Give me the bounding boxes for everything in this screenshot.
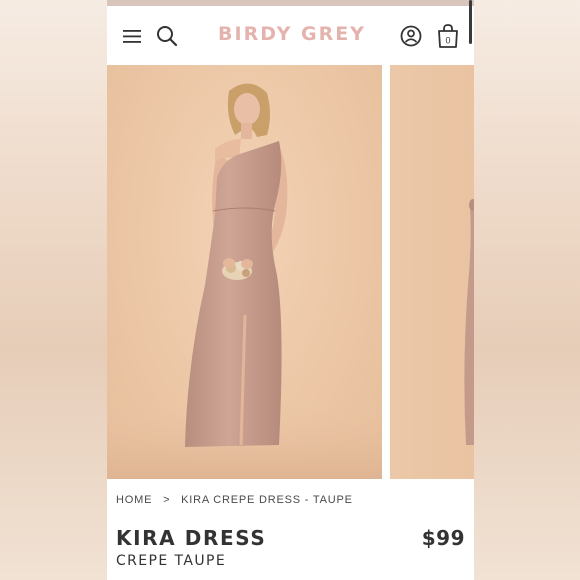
product-image-next[interactable] — [390, 65, 474, 479]
search-icon[interactable] — [155, 24, 179, 48]
breadcrumb-current: KIRA CREPE DRESS - TAUPE — [181, 494, 353, 506]
background-blur-left — [0, 0, 107, 580]
product-image-gallery[interactable] — [107, 65, 474, 479]
rating-stars-placeholder — [116, 574, 316, 580]
shopping-bag-icon[interactable]: 0 — [435, 22, 461, 50]
cart-count: 0 — [445, 36, 450, 46]
phone-screen: BIRDY GREY 0 HOME > KIRA CREPE DRESS - T… — [107, 0, 474, 580]
model-in-gown-image — [107, 83, 382, 479]
site-header: BIRDY GREY 0 — [107, 6, 474, 64]
product-image-main[interactable] — [107, 65, 382, 479]
background-blur-right — [474, 0, 580, 580]
gown-side-view-image — [464, 199, 474, 445]
breadcrumb-separator: > — [163, 494, 171, 506]
site-logo[interactable]: BIRDY GREY — [217, 23, 367, 45]
breadcrumb-home-link[interactable]: HOME — [116, 494, 152, 506]
account-icon[interactable] — [399, 24, 423, 48]
product-title: KIRA DRESS — [116, 526, 267, 550]
breadcrumb: HOME > KIRA CREPE DRESS - TAUPE — [116, 494, 353, 506]
product-price: $99 — [421, 526, 465, 550]
hamburger-menu-icon[interactable] — [121, 25, 143, 47]
product-variant-label: CREPE TAUPE — [116, 553, 227, 569]
